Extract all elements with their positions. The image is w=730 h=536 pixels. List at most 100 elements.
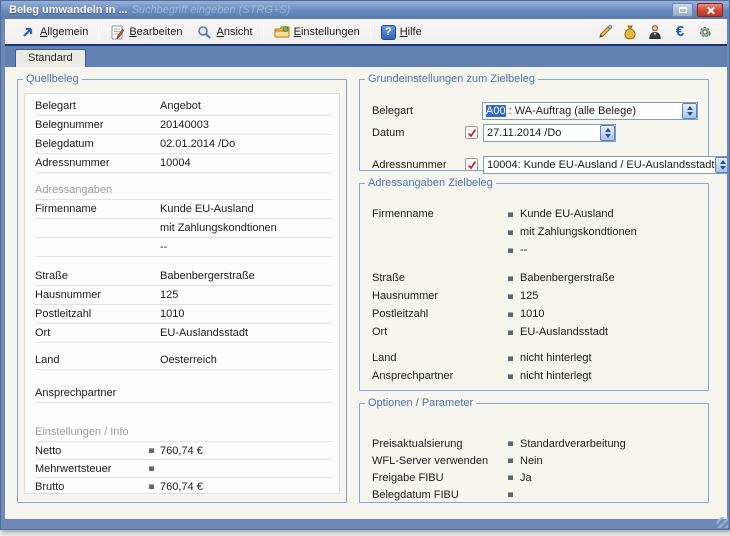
field-value: 760,74 €	[160, 481, 203, 493]
field-value: nicht hinterlegt	[520, 370, 592, 382]
field-label: Firmenname	[372, 208, 508, 220]
value-bullet-icon	[508, 276, 513, 281]
spinner-button[interactable]	[682, 103, 697, 119]
field-row-land: Land Oesterreich	[35, 351, 333, 370]
field-row-brutto: Brutto 760,74 €	[35, 478, 333, 494]
field-row-freigabe-fibu: Freigabe FIBU Ja	[360, 469, 708, 486]
value-bullet-icon	[508, 248, 513, 253]
toolbar-right-icons: €	[597, 24, 719, 40]
field-label: WFL-Server verwenden	[372, 455, 508, 467]
person-icon[interactable]	[647, 24, 663, 40]
combobox-text: : WA-Auftrag (alle Belege)	[506, 105, 636, 117]
belegart-combobox[interactable]: A00 : WA-Auftrag (alle Belege)	[482, 102, 698, 120]
field-row-wfl-server: WFL-Server verwenden Nein	[360, 452, 708, 469]
field-value: nicht hinterlegt	[520, 352, 592, 364]
close-button[interactable]	[697, 3, 723, 17]
target-settings-panel: Grundeinstellungen zum Zielbeleg Belegar…	[359, 73, 709, 171]
field-row-firmenname: Firmenname Kunde EU-Ausland	[35, 200, 333, 219]
field-label: Postleitzahl	[35, 308, 149, 320]
field-value: 760,74 €	[160, 445, 203, 457]
value-bullet-icon	[508, 294, 513, 299]
red-check-icon	[467, 128, 477, 138]
value-bullet-icon	[149, 448, 154, 453]
spinner-button[interactable]	[715, 157, 727, 173]
value-bullet-icon	[149, 484, 154, 489]
combobox-text: 10004: Kunde EU-Ausland / EU-Auslandssta…	[487, 159, 714, 171]
menu-hilfe[interactable]: ? Hilfe	[374, 23, 429, 42]
menu-label: Ansicht	[217, 26, 253, 38]
menu-bearbeiten[interactable]: Bearbeiten	[102, 22, 189, 42]
euro-glyph: €	[676, 25, 684, 39]
field-label: Straße	[35, 270, 149, 282]
menu-einstellungen[interactable]: Einstellungen	[267, 22, 367, 42]
folder-settings-icon	[274, 24, 290, 40]
field-label: Firmenname	[35, 203, 149, 215]
field-label: Freigabe FIBU	[372, 472, 508, 484]
window-title: Beleg umwandeln in ...	[9, 4, 128, 16]
source-panel: Quellbeleg Belegart Angebot Belegnummer …	[17, 73, 347, 503]
field-row-hausnummer: Hausnummer 125	[360, 287, 708, 305]
euro-icon[interactable]: €	[672, 24, 688, 40]
menu-label: Einstellungen	[294, 26, 360, 38]
field-row-hausnummer: Hausnummer 125	[35, 286, 333, 305]
money-bag-icon[interactable]	[622, 24, 638, 40]
source-field-list: Belegart Angebot Belegnummer 20140003 Be…	[24, 93, 340, 494]
datum-input[interactable]: 27.11.2014 /Do	[483, 124, 616, 142]
field-row-land: Land nicht hinterlegt	[360, 349, 708, 367]
field-row-ort: Ort EU-Auslandsstadt	[35, 324, 333, 343]
tab-strip: Standard	[5, 46, 727, 67]
field-label: Adressnummer	[372, 159, 465, 171]
menu-toolbar: Allgemein Bearbeiten Ansicht Einstellung…	[5, 19, 727, 46]
spin-up-icon	[720, 160, 726, 164]
selected-code: A00	[486, 105, 506, 117]
field-label: Ort	[35, 327, 149, 339]
field-label: Mehrwertsteuer	[35, 463, 149, 475]
field-label: Postleitzahl	[372, 308, 508, 320]
field-row-firmenname2: mit Zahlungskondtionen	[360, 223, 708, 241]
field-label: Ansprechpartner	[35, 387, 149, 399]
spinner-button[interactable]	[600, 125, 615, 141]
toolbar-separator	[263, 24, 264, 40]
field-value: 125	[160, 289, 178, 301]
title-bar[interactable]: Beleg umwandeln in ... Suchbegriff eingeb…	[1, 1, 729, 19]
spin-down-icon	[605, 134, 611, 138]
target-address-legend: Adressangaben Zielbeleg	[365, 177, 496, 189]
value-bullet-icon	[508, 458, 513, 463]
section-label-einstellungen-info: Einstellungen / Info	[35, 423, 333, 442]
field-row-firmenname3: --	[35, 238, 333, 257]
restore-button[interactable]	[672, 3, 693, 17]
value-bullet-icon	[508, 374, 513, 379]
field-label: Hausnummer	[35, 289, 149, 301]
field-value: Standardverarbeitung	[520, 438, 626, 450]
menu-label: Bearbeiten	[129, 26, 182, 38]
field-label: Belegdatum	[35, 138, 149, 150]
field-row-firmenname3: --	[360, 241, 708, 259]
field-row-belegart: Belegart Angebot	[35, 97, 333, 116]
adressnummer-check-toggle[interactable]	[465, 158, 478, 171]
adressnummer-combobox[interactable]: 10004: Kunde EU-Ausland / EU-Auslandssta…	[483, 156, 727, 174]
field-label: Belegart	[35, 100, 149, 112]
field-value: Kunde EU-Ausland	[160, 203, 254, 215]
datum-check-toggle[interactable]	[465, 126, 478, 139]
field-row-ort: Ort EU-Auslandsstadt	[360, 323, 708, 341]
field-row-belegnummer: Belegnummer 20140003	[35, 116, 333, 135]
resize-grip[interactable]	[717, 517, 728, 528]
field-value: EU-Auslandsstadt	[160, 327, 248, 339]
search-input[interactable]: Suchbegriff eingeben (STRG+S)	[132, 4, 291, 16]
source-panel-legend: Quellbeleg	[23, 73, 82, 85]
toolbar-separator	[98, 24, 99, 40]
field-row-strasse: Straße Babenbergerstraße	[35, 267, 333, 286]
section-label-adressangaben: Adressangaben	[35, 181, 333, 200]
menu-allgemein[interactable]: Allgemein	[13, 22, 95, 42]
field-value: Ja	[520, 472, 532, 484]
tab-standard[interactable]: Standard	[15, 49, 86, 67]
field-row-postleitzahl: Postleitzahl 1010	[360, 305, 708, 323]
form-row-belegart: Belegart A00 : WA-Auftrag (alle Belege)	[372, 101, 698, 120]
value-bullet-icon	[508, 492, 513, 497]
value-bullet-icon	[508, 230, 513, 235]
pencil-icon[interactable]	[597, 24, 613, 40]
menu-ansicht[interactable]: Ansicht	[190, 22, 260, 42]
field-value: Kunde EU-Ausland	[520, 208, 614, 220]
field-label: Brutto	[35, 481, 149, 493]
gear-icon[interactable]	[697, 24, 713, 40]
